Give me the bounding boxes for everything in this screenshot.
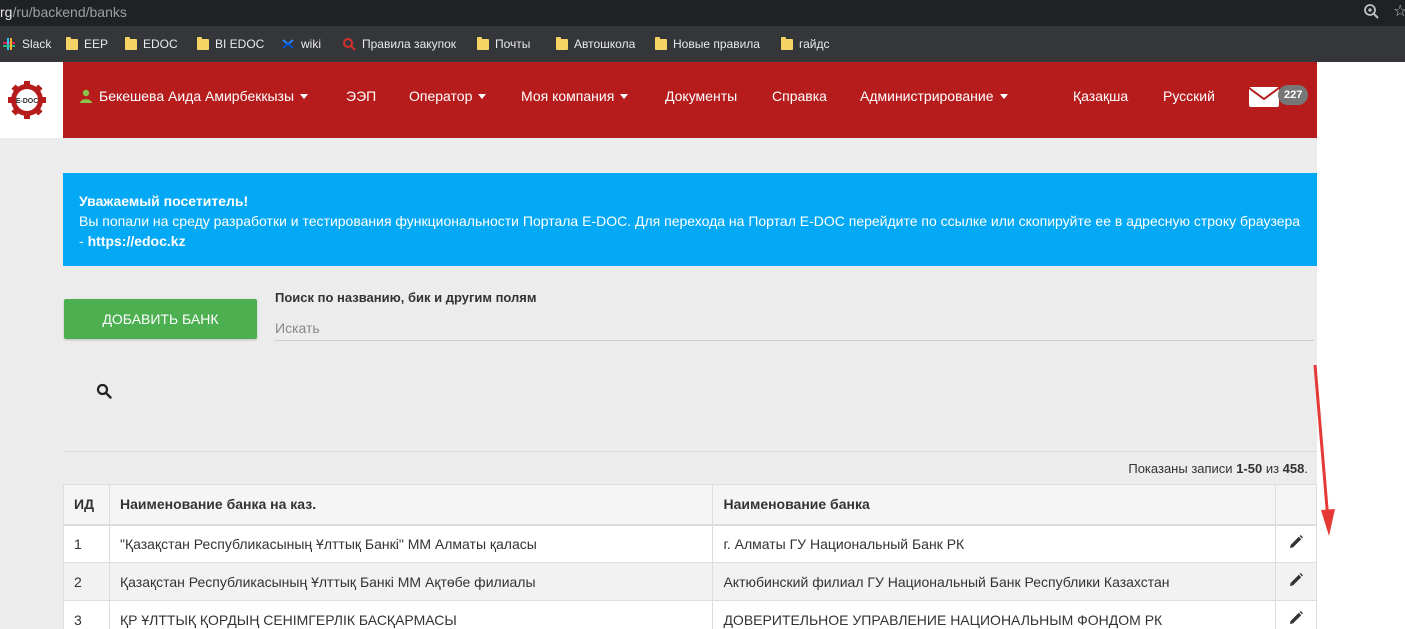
lang-kazakh[interactable]: Қазақша — [1073, 62, 1128, 130]
banks-table: ИД Наименование банка на каз. Наименован… — [63, 484, 1318, 629]
summary-total: 458 — [1282, 461, 1305, 476]
mail-icon[interactable] — [1248, 86, 1280, 108]
nav-eep[interactable]: ЭЭП — [346, 62, 376, 130]
nav-label: Моя компания — [521, 88, 615, 104]
cell-name-kz: "Қазақстан Республикасының Ұлттық Банкі"… — [108, 524, 714, 563]
folder-icon — [125, 36, 137, 50]
alert-text: Вы попали на среду разработки и тестиров… — [79, 213, 1301, 249]
summary-suffix: . — [1304, 461, 1308, 476]
cell-id: 2 — [63, 562, 110, 601]
bookmark-star-icon[interactable]: ☆ — [1393, 0, 1405, 24]
table-row: 3 ҚР ҰЛТТЫҚ ҚОРДЫҢ СЕНІМГЕРЛІК БАСҚАРМАС… — [63, 600, 1318, 629]
bookmark-label: Новые правила — [673, 37, 760, 51]
bookmarks-bar: Slack EEP EDOC BI EDOC wiki Правила заку… — [0, 26, 1405, 62]
bookmark-bi-edoc[interactable]: BI EDOC — [197, 26, 264, 62]
cell-actions — [1274, 562, 1318, 601]
main-navbar: Бекешева Аида Амирбеккызы ЭЭП Оператор М… — [63, 62, 1317, 138]
records-summary: Показаны записи 1-50 из 458. — [1128, 461, 1308, 476]
nav-operator[interactable]: Оператор — [409, 62, 487, 130]
header-actions — [1274, 484, 1318, 526]
table-row: 2 Қазақстан Республикасының Ұлттық Банкі… — [63, 562, 1318, 601]
summary-middle: из — [1262, 461, 1283, 476]
bookmark-label: BI EDOC — [215, 37, 265, 51]
folder-icon — [556, 36, 568, 50]
bookmark-eep[interactable]: EEP — [66, 26, 108, 62]
cell-actions — [1274, 600, 1318, 629]
cell-name-ru: ДОВЕРИТЕЛЬНОЕ УПРАВЛЕНИЕ НАЦИОНАЛЬНЫМ ФО… — [712, 600, 1276, 629]
zoom-icon[interactable] — [1362, 2, 1382, 22]
bookmark-label: Почты — [495, 37, 531, 51]
divider — [63, 451, 1317, 452]
cell-name-ru: г. Алматы ГУ Национальный Банк РК — [712, 524, 1276, 563]
page-right-margin — [1317, 62, 1405, 629]
bookmark-label: Правила закупок — [362, 37, 457, 51]
bookmark-slack[interactable]: Slack — [2, 26, 51, 62]
chevron-down-icon — [999, 93, 1008, 99]
user-icon — [80, 89, 92, 103]
folder-icon — [197, 36, 209, 50]
header-id[interactable]: ИД — [63, 484, 110, 526]
edit-pencil-icon[interactable] — [1288, 610, 1304, 626]
cell-id: 3 — [63, 600, 110, 629]
chevron-down-icon — [620, 93, 629, 99]
bookmark-novye-pravila[interactable]: Новые правила — [655, 26, 760, 62]
chevron-down-icon — [300, 93, 309, 99]
summary-range: 1-50 — [1236, 461, 1263, 476]
bookmark-label: Автошкола — [574, 37, 636, 51]
bookmark-pochty[interactable]: Почты — [477, 26, 530, 62]
folder-icon — [781, 36, 793, 50]
confluence-icon — [282, 39, 294, 49]
bookmark-label: гайдс — [799, 37, 830, 51]
add-bank-button[interactable]: Добавить банк — [64, 299, 257, 339]
header-name-kz[interactable]: Наименование банка на каз. — [108, 484, 714, 526]
nav-my-company[interactable]: Моя компания — [521, 62, 629, 130]
nav-administration[interactable]: Администрирование — [860, 62, 1008, 130]
folder-icon — [66, 36, 78, 50]
cell-name-kz: Қазақстан Республикасының Ұлттық Банкі М… — [108, 562, 714, 601]
cell-name-kz: ҚР ҰЛТТЫҚ ҚОРДЫҢ СЕНІМГЕРЛІК БАСҚАРМАСЫ — [108, 600, 714, 629]
address-bar[interactable]: rg/ru/backend/banks ☆ — [0, 0, 1405, 26]
nav-label: Оператор — [409, 88, 473, 104]
chevron-down-icon — [478, 93, 487, 99]
cell-name-ru: Актюбинский филиал ГУ Национальный Банк … — [712, 562, 1276, 601]
search-label: Поиск по названию, бик и другим полям — [275, 290, 537, 305]
slack-icon — [3, 38, 15, 50]
dev-environment-alert: Уважаемый посетитель! Вы попали на среду… — [63, 173, 1317, 266]
edit-pencil-icon[interactable] — [1288, 572, 1304, 588]
mail-count-badge[interactable]: 227 — [1278, 85, 1309, 105]
lang-russian[interactable]: Русский — [1163, 62, 1215, 130]
folder-icon — [477, 36, 489, 50]
bookmark-gaids[interactable]: гайдс — [781, 26, 830, 62]
cell-actions — [1274, 524, 1318, 563]
search-input[interactable] — [275, 316, 1314, 341]
nav-documents[interactable]: Документы — [665, 62, 737, 130]
search-bookmark-icon — [343, 38, 356, 51]
alert-title: Уважаемый посетитель! — [79, 193, 249, 209]
bookmark-pravila[interactable]: Правила закупок — [342, 26, 456, 62]
summary-prefix: Показаны записи — [1128, 461, 1237, 476]
cell-id: 1 — [63, 524, 110, 563]
header-name-ru[interactable]: Наименование банка — [712, 484, 1276, 526]
table-header-row: ИД Наименование банка на каз. Наименован… — [63, 484, 1318, 526]
nav-label: Администрирование — [860, 88, 994, 104]
bookmark-edoc[interactable]: EDOC — [125, 26, 178, 62]
bookmark-avtoshkola[interactable]: Автошкола — [556, 26, 635, 62]
edoc-logo[interactable]: E-DOC — [7, 80, 47, 120]
folder-icon — [655, 36, 667, 50]
bookmark-label: Slack — [22, 37, 52, 51]
table-row: 1 "Қазақстан Республикасының Ұлттық Банк… — [63, 524, 1318, 563]
user-menu[interactable]: Бекешева Аида Амирбеккызы — [79, 62, 309, 130]
nav-help[interactable]: Справка — [772, 62, 827, 130]
alert-link[interactable]: https://edoc.kz — [88, 233, 186, 249]
user-name: Бекешева Аида Амирбеккызы — [99, 88, 295, 104]
search-icon[interactable] — [96, 383, 112, 399]
url-text[interactable]: rg/ru/backend/banks — [0, 0, 127, 24]
svg-text:E-DOC: E-DOC — [16, 98, 39, 105]
bookmark-wiki[interactable]: wiki — [281, 26, 321, 62]
bookmark-label: wiki — [301, 37, 321, 51]
bookmark-label: EEP — [84, 37, 109, 51]
edit-pencil-icon[interactable] — [1288, 534, 1304, 550]
alert-body: Вы попали на среду разработки и тестиров… — [79, 211, 1301, 251]
bookmark-label: EDOC — [143, 37, 178, 51]
